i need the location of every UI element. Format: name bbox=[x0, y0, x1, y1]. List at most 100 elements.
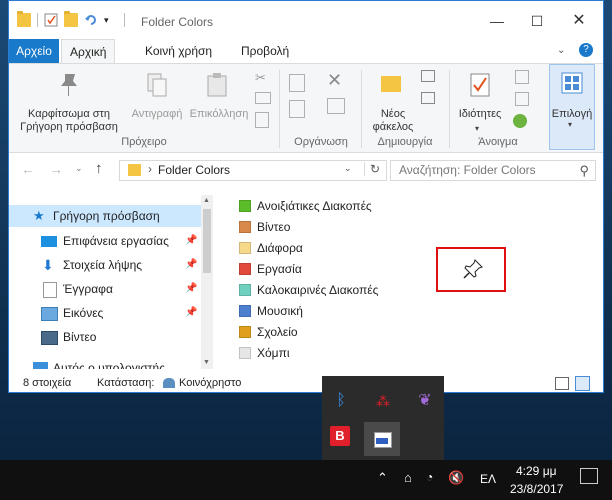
move-to-icon[interactable] bbox=[289, 74, 305, 92]
item-count: 8 στοιχεία bbox=[23, 377, 72, 389]
new-folder-qat-icon[interactable] bbox=[64, 11, 78, 27]
open-icon[interactable] bbox=[515, 70, 529, 84]
forward-icon[interactable]: → bbox=[49, 161, 63, 177]
volume-muted-icon[interactable]: 🔇 bbox=[448, 470, 464, 486]
delete-icon[interactable]: ✕ bbox=[327, 70, 342, 91]
refresh-icon[interactable]: ↻ bbox=[364, 162, 380, 176]
up-icon[interactable]: ↑ bbox=[95, 160, 103, 177]
nav-item-this-pc[interactable]: Αυτός ο υπολογιστής bbox=[9, 357, 201, 369]
pin-cursor-icon bbox=[463, 259, 483, 279]
details-view-icon[interactable] bbox=[555, 377, 569, 390]
large-icons-view-icon[interactable] bbox=[575, 376, 590, 391]
nav-item-downloads[interactable]: ⬇ Στοιχεία λήψης 📌 bbox=[9, 254, 201, 276]
action-center-icon[interactable] bbox=[580, 468, 598, 484]
pin-icon[interactable] bbox=[57, 72, 81, 101]
new-folder-button[interactable]: Νέος φάκελος bbox=[365, 108, 421, 134]
paste-button[interactable]: Επικόλληση bbox=[187, 108, 251, 121]
nav-item-desktop[interactable]: Επιφάνεια εργασίας 📌 bbox=[9, 230, 201, 252]
scroll-up-icon[interactable]: ▲ bbox=[203, 197, 210, 204]
scrollbar-thumb[interactable] bbox=[203, 209, 211, 273]
undo-icon[interactable] bbox=[84, 13, 98, 27]
folder-color-icon bbox=[239, 242, 251, 254]
easy-access-icon[interactable] bbox=[421, 92, 435, 104]
breadcrumb-chevron-icon[interactable]: › bbox=[148, 162, 152, 176]
minimize-ribbon-icon[interactable]: ⌄ bbox=[557, 45, 565, 56]
tab-home[interactable]: Αρχική bbox=[61, 39, 116, 64]
close-button[interactable]: ✕ bbox=[561, 9, 597, 33]
pin-quick-access-button[interactable]: Καρφίτσωμα στη Γρήγορη πρόσβαση bbox=[13, 108, 125, 134]
folder-color-icon bbox=[239, 347, 251, 359]
feather-icon[interactable]: ❦ bbox=[410, 386, 440, 416]
copy-icon[interactable] bbox=[145, 72, 169, 101]
copy-to-icon[interactable] bbox=[289, 100, 305, 118]
explorer-window: ▾ Folder Colors — ☐ ✕ Αρχείο Αρχική Κοιν… bbox=[8, 0, 604, 393]
scroll-down-icon[interactable]: ▼ bbox=[203, 359, 210, 366]
nav-item-documents[interactable]: Έγγραφα 📌 bbox=[9, 278, 201, 300]
tab-file[interactable]: Αρχείο bbox=[9, 39, 59, 63]
nav-item-videos[interactable]: Βίντεο bbox=[9, 326, 201, 348]
cut-icon[interactable]: ✂ bbox=[255, 70, 266, 86]
list-item[interactable]: Ανοιξιάτικες Διακοπές bbox=[239, 196, 372, 216]
wifi-icon[interactable]: ◔ bbox=[426, 470, 433, 484]
minimize-button[interactable]: — bbox=[479, 9, 515, 33]
list-item[interactable]: Μουσική bbox=[239, 301, 303, 321]
paste-icon[interactable] bbox=[205, 72, 229, 101]
b-app-icon[interactable]: B bbox=[330, 426, 350, 446]
list-item[interactable]: Διάφορα bbox=[239, 238, 303, 258]
tab-share[interactable]: Κοινή χρήση bbox=[137, 39, 220, 63]
address-bar[interactable]: › Folder Colors ⌄ ↻ bbox=[119, 160, 387, 181]
clock-time[interactable]: 4:29 μμ bbox=[516, 464, 557, 478]
maximize-button[interactable]: ☐ bbox=[519, 9, 555, 33]
list-item[interactable]: Χόμπι bbox=[239, 343, 290, 363]
navigation-pane: ★ Γρήγορη πρόσβαση Επιφάνεια εργασίας 📌 … bbox=[9, 195, 213, 369]
new-folder-icon[interactable] bbox=[381, 76, 401, 92]
network-icon[interactable]: ⌂ bbox=[404, 470, 412, 485]
rename-icon[interactable] bbox=[327, 98, 345, 114]
list-item[interactable]: Εργασία bbox=[239, 259, 302, 279]
properties-icon[interactable] bbox=[469, 72, 491, 101]
back-icon[interactable]: ← bbox=[21, 161, 35, 177]
nav-scrollbar[interactable]: ▲ ▼ bbox=[201, 195, 213, 369]
folder-color-icon bbox=[239, 326, 251, 338]
state-label: Κατάσταση: bbox=[97, 377, 155, 389]
search-placeholder: Αναζήτηση: Folder Colors bbox=[399, 163, 536, 177]
new-item-icon[interactable] bbox=[421, 70, 435, 82]
nav-item-label: Αυτός ο υπολογιστής bbox=[53, 361, 165, 369]
title-bar: ▾ Folder Colors — ☐ ✕ bbox=[9, 1, 603, 39]
ribbon: Καρφίτσωμα στη Γρήγορη πρόσβαση Αντιγραφ… bbox=[9, 63, 603, 153]
list-item[interactable]: Σχολείο bbox=[239, 322, 298, 342]
list-item[interactable]: Καλοκαιρινές Διακοπές bbox=[239, 280, 378, 300]
bluetooth-icon[interactable]: ᛒ bbox=[326, 386, 356, 416]
show-hidden-icons-icon[interactable]: ⌃ bbox=[377, 470, 388, 486]
clock-date[interactable]: 23/8/2017 bbox=[510, 482, 563, 496]
address-dropdown-icon[interactable]: ⌄ bbox=[344, 163, 352, 174]
group-open: Άνοιγμα bbox=[478, 136, 518, 148]
folder-color-icon bbox=[239, 221, 251, 233]
customize-qat-icon[interactable]: ▾ bbox=[104, 13, 118, 27]
search-input[interactable]: Αναζήτηση: Folder Colors ⚲ bbox=[390, 160, 596, 181]
address-folder-icon bbox=[128, 164, 141, 176]
folder-colors-tray-icon[interactable] bbox=[364, 422, 400, 456]
tab-view[interactable]: Προβολή bbox=[233, 39, 297, 63]
breadcrumb-current[interactable]: Folder Colors bbox=[158, 163, 230, 177]
properties-dropdown-icon[interactable]: ▾ bbox=[475, 124, 479, 133]
history-icon[interactable] bbox=[513, 114, 527, 128]
folder-icon bbox=[17, 11, 31, 27]
app-dots-icon[interactable]: ⁂ bbox=[368, 386, 398, 416]
group-new: Δημιουργία bbox=[377, 136, 433, 148]
edit-icon[interactable] bbox=[515, 92, 529, 106]
properties-button[interactable]: Ιδιότητες bbox=[451, 108, 509, 121]
copy-path-icon[interactable] bbox=[255, 92, 271, 104]
help-icon[interactable]: ? bbox=[579, 43, 593, 57]
properties-qat-icon[interactable] bbox=[44, 13, 58, 27]
copy-button[interactable]: Αντιγραφή bbox=[125, 108, 189, 121]
recent-locations-icon[interactable]: ⌄ bbox=[75, 163, 83, 174]
nav-item-quick-access[interactable]: ★ Γρήγορη πρόσβαση bbox=[9, 205, 201, 227]
paste-shortcut-icon[interactable] bbox=[255, 112, 269, 128]
nav-item-pictures[interactable]: Εικόνες 📌 bbox=[9, 302, 201, 324]
search-icon: ⚲ bbox=[579, 163, 589, 178]
language-indicator[interactable]: ΕΛ bbox=[480, 472, 496, 486]
download-arrow-icon: ⬇ bbox=[42, 257, 54, 273]
select-dropdown-icon[interactable]: ▾ bbox=[568, 120, 572, 129]
list-item[interactable]: Βίντεο bbox=[239, 217, 290, 237]
